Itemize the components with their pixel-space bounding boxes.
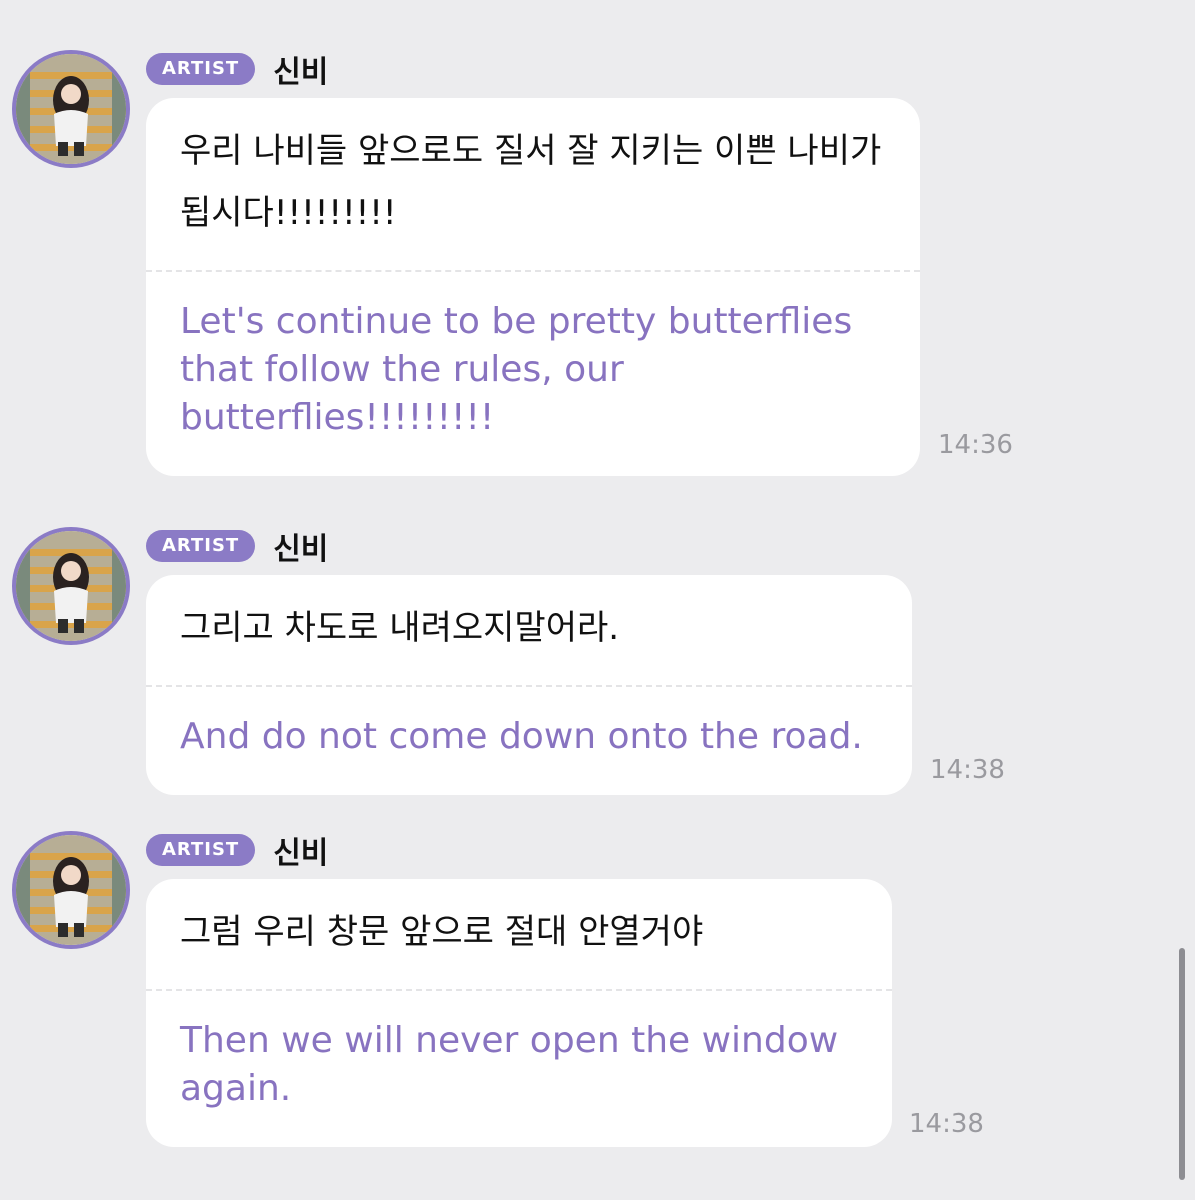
message-text-korean: 우리 나비들 앞으로도 질서 잘 지키는 이쁜 나비가 됩시다!!!!!!!!! [180, 131, 882, 233]
avatar[interactable] [12, 50, 130, 168]
profile-photo-icon [16, 835, 126, 945]
message-bubble[interactable]: 우리 나비들 앞으로도 질서 잘 지키는 이쁜 나비가 됩시다!!!!!!!!!… [146, 98, 920, 476]
message-bubble[interactable]: 그럼 우리 창문 앞으로 절대 안열거야 Then we will never … [146, 879, 892, 1147]
artist-badge: ARTIST [146, 530, 256, 562]
profile-photo-icon [16, 54, 126, 164]
message-header: ARTIST 신비 [146, 833, 328, 871]
message-header: ARTIST 신비 [146, 529, 328, 567]
artist-badge: ARTIST [146, 834, 256, 866]
sender-name[interactable]: 신비 [273, 47, 328, 91]
avatar[interactable] [12, 527, 130, 645]
message-bubble[interactable]: 그리고 차도로 내려오지말어라. And do not come down on… [146, 575, 912, 795]
message-translation: And do not come down onto the road. [180, 716, 863, 757]
message-timestamp: 14:38 [930, 755, 1005, 785]
chat-screen: ARTIST 신비 우리 나비들 앞으로도 질서 잘 지키는 이쁜 나비가 됩시… [0, 0, 1195, 1200]
message-text-korean: 그리고 차도로 내려오지말어라. [180, 608, 620, 648]
scrollbar[interactable] [1179, 948, 1185, 1180]
message-translation: Then we will never open the window again… [180, 1020, 839, 1109]
message-header: ARTIST 신비 [146, 52, 328, 90]
message-text-korean: 그럼 우리 창문 앞으로 절대 안열거야 [180, 912, 704, 952]
message-timestamp: 14:36 [938, 430, 1013, 460]
sender-name[interactable]: 신비 [273, 524, 328, 568]
artist-badge: ARTIST [146, 53, 256, 85]
sender-name[interactable]: 신비 [273, 828, 328, 872]
profile-photo-icon [16, 531, 126, 641]
avatar[interactable] [12, 831, 130, 949]
message-translation: Let's continue to be pretty butterflies … [180, 301, 853, 438]
message-timestamp: 14:38 [909, 1109, 984, 1139]
